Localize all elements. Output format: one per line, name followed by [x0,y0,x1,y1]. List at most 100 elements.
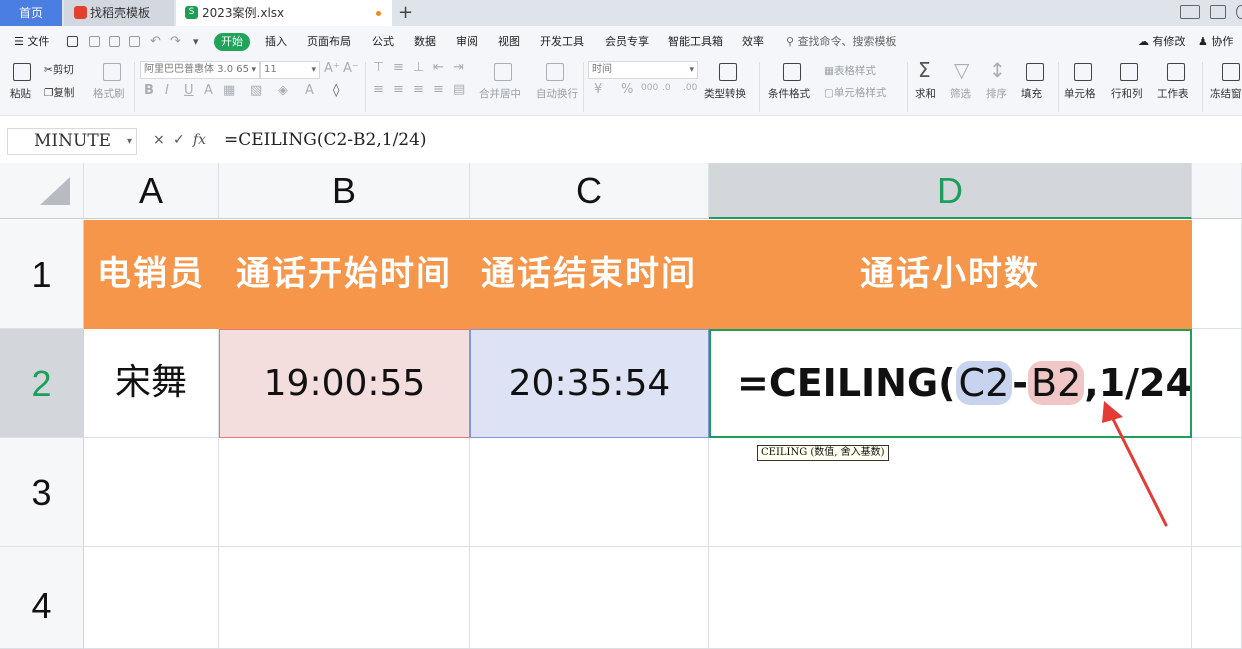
preview-icon[interactable] [129,34,140,50]
freeze-panes-button[interactable]: 冻结窗 [1210,86,1242,101]
cancel-icon[interactable]: × [153,132,165,148]
table-style-button[interactable]: ▦表格样式 [824,63,876,78]
fill-icon[interactable] [1026,63,1044,81]
has-changes-button[interactable]: ☁ 有修改 [1138,34,1186,50]
name-box[interactable]: MINUTE [7,128,137,155]
align-middle-icon[interactable]: ≡ [393,60,404,75]
sum-button[interactable]: 求和 [915,86,936,101]
column-header-a[interactable]: A [84,163,219,219]
justify-icon[interactable]: ≡ [433,82,444,97]
merge-center-button[interactable]: 合并居中 [479,86,521,101]
cell-b4[interactable] [219,547,470,649]
column-header-e[interactable] [1192,163,1242,219]
formula-input[interactable]: =CEILING(C2-B2,1/24) [224,130,427,150]
increase-font-icon[interactable]: A⁺ [324,61,340,76]
row-header-4[interactable]: 4 [0,547,84,649]
currency-icon[interactable]: ¥ [594,82,602,97]
eraser-icon[interactable]: ◊ [333,83,339,98]
thousands-icon[interactable]: 000 [641,83,658,93]
cells-button[interactable]: 单元格 [1064,86,1096,101]
wrap-icon[interactable] [546,63,564,81]
underline-icon[interactable]: U [184,83,194,98]
worksheet-button[interactable]: 工作表 [1157,86,1189,101]
freeze-icon[interactable] [1222,63,1240,81]
font-name-select[interactable]: 阿里巴巴普惠体 3.0 65 [140,61,260,79]
format-painter-button[interactable]: 格式刷 [93,86,125,101]
sort-button[interactable]: 排序 [986,86,1007,101]
column-header-c[interactable]: C [470,163,709,219]
bold-icon[interactable]: B [144,83,154,98]
layout-icon[interactable] [1180,5,1200,19]
cells-icon[interactable] [1074,63,1092,81]
cut-button[interactable]: ✂剪切 [44,62,74,77]
worksheet-icon[interactable] [1167,63,1185,81]
filter-button[interactable]: 筛选 [950,86,971,101]
redo-icon[interactable]: ↷ [170,34,181,50]
increase-decimal-icon[interactable]: .0 [662,83,671,93]
menu-data[interactable]: 数据 [414,34,436,50]
undo-icon[interactable]: ↶ [150,34,161,50]
filter-icon[interactable]: ▽ [954,58,969,82]
formula-ref-c2[interactable]: C2 [955,361,1013,405]
sum-icon[interactable]: Σ [918,58,931,82]
menu-member[interactable]: 会员专享 [605,34,649,50]
conditional-format-button[interactable]: 条件格式 [768,86,810,101]
select-all-corner[interactable] [0,163,84,219]
export-icon[interactable] [89,34,100,50]
menu-formulas[interactable]: 公式 [372,34,394,50]
menu-insert[interactable]: 插入 [265,34,287,50]
percent-icon[interactable]: % [621,82,633,97]
font-color-icon[interactable]: A [305,83,314,98]
quick-access-dropdown-icon[interactable]: ▾ [193,34,199,50]
menu-start[interactable]: 开始 [214,33,250,51]
confirm-icon[interactable]: ✓ [173,132,185,148]
align-center-icon[interactable]: ≡ [393,82,404,97]
font-size-select[interactable]: 11 [260,61,320,79]
tab-home[interactable]: 首页 [0,0,62,26]
cell-b1[interactable]: 通话开始时间 [219,220,470,329]
fx-icon[interactable]: fx [193,132,206,148]
cell-d1[interactable]: 通话小时数 [709,220,1192,329]
cell-e1[interactable] [1192,220,1242,329]
cell-b3[interactable] [219,438,470,547]
print-icon[interactable] [109,34,120,50]
align-right-icon[interactable]: ≡ [413,82,424,97]
tab-template[interactable]: 找稻壳模板 [64,0,174,26]
avatar-icon[interactable] [1236,5,1242,19]
align-bottom-icon[interactable]: ⊥ [413,60,424,75]
row-header-2[interactable]: 2 [0,329,84,438]
sort-icon[interactable]: ↕ [989,58,1006,82]
row-header-1[interactable]: 1 [0,220,84,329]
cell-e4[interactable] [1192,547,1242,649]
convert-icon[interactable] [719,63,737,81]
copy-button[interactable]: ❐复制 [44,85,74,100]
cell-c3[interactable] [470,438,709,547]
cell-c2[interactable]: 20:35:54 [470,329,709,438]
column-header-d[interactable]: D [709,163,1192,219]
italic-icon[interactable]: I [165,83,169,98]
formula-ref-b2[interactable]: B2 [1028,361,1085,405]
menu-efficiency[interactable]: 效率 [742,34,764,50]
paste-button[interactable]: 粘贴 [10,86,31,101]
collab-button[interactable]: ♟ 协作 [1198,34,1233,50]
paste-icon[interactable] [13,63,31,81]
decrease-font-icon[interactable]: A⁻ [343,61,359,76]
conditional-format-icon[interactable] [783,63,801,81]
merge-icon[interactable] [494,63,512,81]
number-format-select[interactable]: 时间 [588,61,698,79]
grid-apps-icon[interactable] [1210,5,1226,19]
cell-c4[interactable] [470,547,709,649]
type-convert-button[interactable]: 类型转换 [704,86,746,101]
menu-file[interactable]: ☰ 文件 [14,34,49,50]
border-icon[interactable]: ▦ [223,83,235,98]
cell-d4[interactable] [709,547,1192,649]
cell-a2[interactable]: 宋舞 [84,329,219,438]
indent-decrease-icon[interactable]: ⇤ [433,60,444,75]
cell-a4[interactable] [84,547,219,649]
wrap-text-button[interactable]: 自动换行 [536,86,578,101]
new-tab-button[interactable]: + [398,0,418,26]
menu-developer[interactable]: 开发工具 [540,34,584,50]
align-left-icon[interactable]: ≡ [373,82,384,97]
cell-c1[interactable]: 通话结束时间 [470,220,709,329]
cell-e2[interactable] [1192,329,1242,438]
